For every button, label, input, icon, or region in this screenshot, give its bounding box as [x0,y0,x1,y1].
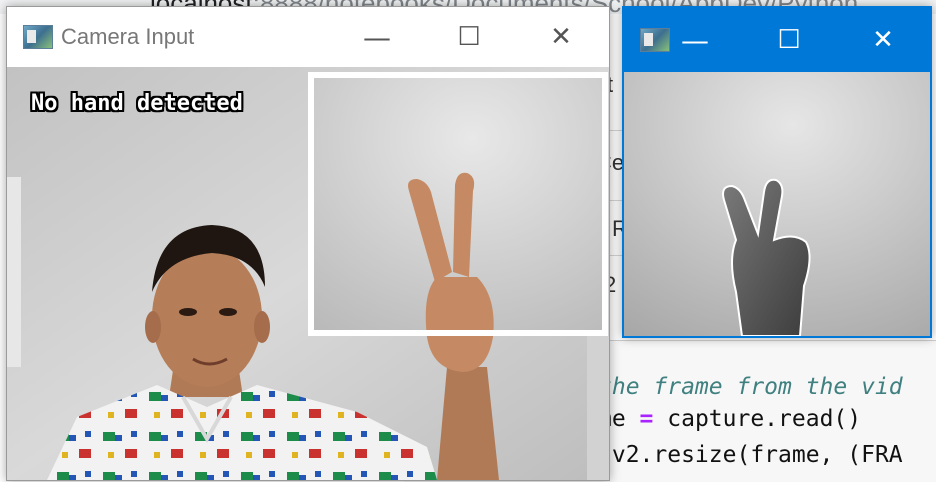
minimize-button[interactable]: — [648,8,742,72]
hand-mask-view [624,72,930,336]
window-controls: — ☐ ✕ [331,7,607,67]
code-comment: the frame from the vid [598,374,903,400]
code-operator: = [639,406,654,432]
window-title: Camera Input [61,24,195,49]
window-controls: — ☐ ✕ [648,8,930,68]
hand-mask-window[interactable]: — ☐ ✕ [622,6,932,338]
camera-feed [7,67,609,480]
minimize-icon: — [363,20,391,54]
opencv-window-icon [23,25,53,49]
camera-window-titlebar[interactable]: Camera Input — ☐ ✕ [7,7,609,67]
code-text: capture.read() [653,406,862,432]
hand-mask-image [624,72,930,336]
close-button[interactable]: ✕ [515,7,607,67]
code-line: the frame from the vid [598,374,903,400]
close-icon: ✕ [872,25,894,55]
maximize-button[interactable]: ☐ [423,7,515,67]
mask-window-titlebar[interactable]: — ☐ ✕ [624,8,930,72]
minimize-button[interactable]: — [331,7,423,67]
hand-status-text: No hand detected [31,91,243,116]
maximize-icon: ☐ [457,22,481,52]
maximize-icon: ☐ [777,25,801,55]
code-line: cv2.resize(frame, (FRA [598,442,903,468]
close-button[interactable]: ✕ [836,8,930,72]
code-text: cv2.resize(frame, (FRA [598,442,903,468]
minimize-icon: — [681,23,709,57]
camera-input-window[interactable]: Camera Input — ☐ ✕ No hand detected [6,6,610,481]
camera-frame-image [7,67,609,480]
close-icon: ✕ [550,22,572,52]
code-line: me = capture.read() [598,406,861,432]
maximize-button[interactable]: ☐ [742,8,836,72]
